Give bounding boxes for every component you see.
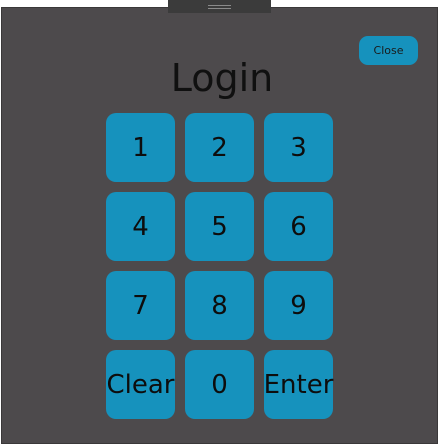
key-7[interactable]: 7: [106, 271, 175, 340]
key-0[interactable]: 0: [185, 350, 254, 419]
grip-line-icon: [208, 8, 231, 9]
key-4[interactable]: 4: [106, 192, 175, 261]
window-drag-handle[interactable]: [168, 0, 271, 13]
close-button[interactable]: Close: [359, 36, 418, 65]
key-9[interactable]: 9: [264, 271, 333, 340]
key-5[interactable]: 5: [185, 192, 254, 261]
grip-line-icon: [208, 5, 231, 6]
key-3[interactable]: 3: [264, 113, 333, 182]
key-6[interactable]: 6: [264, 192, 333, 261]
page-title: Login: [170, 56, 274, 100]
clear-button[interactable]: Clear: [106, 350, 175, 419]
key-8[interactable]: 8: [185, 271, 254, 340]
key-2[interactable]: 2: [185, 113, 254, 182]
key-1[interactable]: 1: [106, 113, 175, 182]
enter-button[interactable]: Enter: [264, 350, 333, 419]
login-window: Close Login 1 2 3 4 5 6 7 8 9 Clear 0 En…: [0, 0, 440, 445]
login-panel: Close Login 1 2 3 4 5 6 7 8 9 Clear 0 En…: [1, 7, 438, 444]
